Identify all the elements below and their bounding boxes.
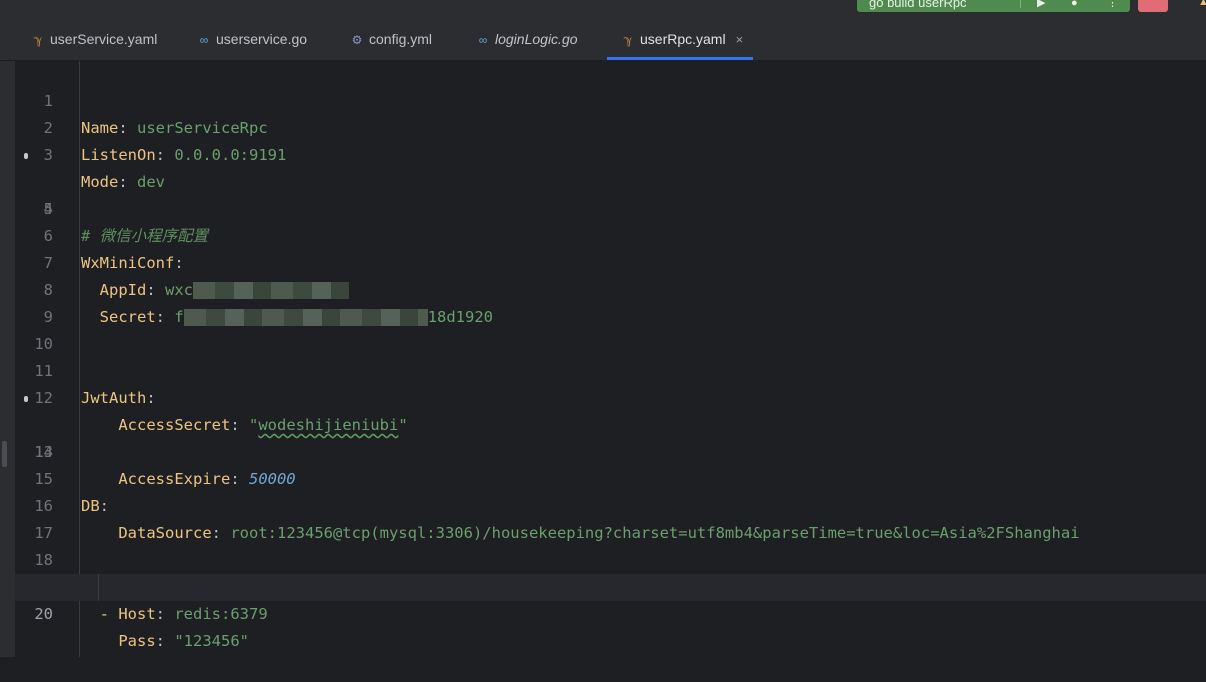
run-icon[interactable]: ▶ <box>1037 0 1045 12</box>
tab-label: userservice.go <box>216 31 308 47</box>
code-line[interactable]: 10 <box>15 304 1206 353</box>
more-actions-icon[interactable]: ⋮ <box>1107 0 1118 12</box>
line-number: 20 <box>34 605 53 623</box>
go-file-icon: ∞ <box>478 33 488 47</box>
code-line[interactable]: 4 <box>15 142 1206 218</box>
fold-marker-icon[interactable] <box>24 396 28 402</box>
tool-strip-handle[interactable] <box>2 441 7 467</box>
left-tool-strip <box>0 61 15 657</box>
yaml-key: Pass <box>118 632 156 650</box>
tab-userservice-yaml[interactable]: ℽ userService.yaml <box>31 18 158 60</box>
tab-userservice-go[interactable]: ∞ userservice.go <box>197 18 307 60</box>
tab-loginlogic-go[interactable]: ∞ loginLogic.go <box>476 18 578 60</box>
code-line[interactable]: 1 Name: userServiceRpc <box>15 61 1206 137</box>
indent-guide <box>98 574 99 601</box>
yaml-file-icon: ℽ <box>33 33 43 47</box>
code-line[interactable]: 15 DB: <box>15 439 1206 515</box>
code-line[interactable]: 3 Mode: dev <box>15 115 1206 191</box>
list-dash: - <box>99 605 119 623</box>
fold-marker-icon[interactable] <box>24 153 28 159</box>
code-line[interactable]: 9 <box>15 277 1206 326</box>
run-configuration-selector[interactable]: go build userRpc ▶ ● ⋮ <box>857 0 1130 12</box>
code-line[interactable]: 8 Secret: f 18d1920 <box>15 250 1206 326</box>
code-line-current[interactable]: 20 Pass: "123456" <box>15 574 1206 650</box>
editor-tab-bar: ℽ userService.yaml ∞ userservice.go ⚙ confi… <box>0 18 1206 61</box>
stop-button[interactable] <box>1138 0 1168 12</box>
tab-label: userService.yaml <box>50 31 158 47</box>
code-line[interactable]: 12 AccessSecret: "wodeshijieniubi" <box>15 358 1206 434</box>
go-file-icon: ∞ <box>199 33 209 47</box>
code-line[interactable]: 6 WxMiniConf: <box>15 196 1206 272</box>
code-line[interactable]: 17 <box>15 493 1206 542</box>
tab-config-yml[interactable]: ⚙ config.yml <box>350 18 432 60</box>
code-line[interactable]: 7 AppId: wxc <box>15 223 1206 299</box>
close-tab-icon[interactable]: × <box>736 32 744 47</box>
tab-label: userRpc.yaml <box>640 31 726 47</box>
code-line[interactable]: 5 # 微信小程序配置 <box>15 169 1206 245</box>
yaml-key: Host <box>118 605 156 623</box>
config-file-icon: ⚙ <box>351 33 363 47</box>
toolbar-separator <box>1020 0 1021 8</box>
code-line[interactable]: 16 DataSource: root:123456@tcp(mysql:330… <box>15 466 1206 542</box>
yaml-file-icon: ℽ <box>623 33 633 47</box>
run-config-label: go build userRpc <box>869 0 967 10</box>
code-line[interactable]: 18 Cache: <box>15 520 1206 596</box>
yaml-separator: : <box>155 605 175 623</box>
yaml-separator: : <box>155 632 175 650</box>
tab-label: loginLogic.go <box>495 31 578 47</box>
yaml-value: "123456" <box>174 632 249 650</box>
debug-icon[interactable]: ● <box>1071 0 1078 12</box>
warning-icon[interactable]: ▲ <box>1198 0 1206 8</box>
code-line[interactable]: 11 JwtAuth: <box>15 331 1206 407</box>
yaml-value: redis:6379 <box>174 605 268 623</box>
code-line[interactable]: 2 ListenOn: 0.0.0.0:9191 <box>15 88 1206 164</box>
code-line[interactable]: 13 AccessExpire: 50000 <box>15 385 1206 488</box>
top-toolbar: go build userRpc ▶ ● ⋮ ▲ <box>0 0 1206 18</box>
code-editor[interactable]: 1 Name: userServiceRpc 2 ListenOn: 0.0.0… <box>0 61 1206 657</box>
code-line[interactable]: 19 - Host: redis:6379 <box>15 547 1206 623</box>
code-line[interactable]: 14 <box>15 412 1206 461</box>
tab-userrpc-yaml[interactable]: ℽ userRpc.yaml × <box>606 18 754 60</box>
tab-label: config.yml <box>369 31 433 47</box>
